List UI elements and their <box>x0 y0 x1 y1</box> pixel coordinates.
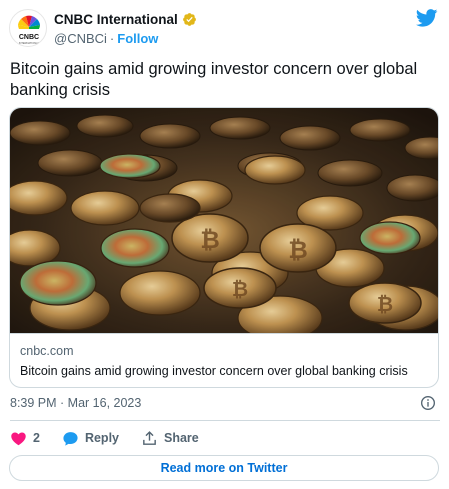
bitcoin-coins-image: ₿ ₿ ₿ ₿ <box>10 108 438 333</box>
info-icon[interactable] <box>420 395 436 411</box>
divider <box>10 420 440 421</box>
card-meta: cnbc.com Bitcoin gains amid growing inve… <box>10 333 438 387</box>
heart-icon <box>11 432 26 445</box>
reply-button[interactable]: Reply <box>62 430 119 447</box>
nbc-peacock-logo-icon: CNBC INTERNATIONAL <box>18 15 40 45</box>
card-title: Bitcoin gains amid growing investor conc… <box>20 364 408 378</box>
name-row: CNBC International <box>54 10 197 28</box>
share-button[interactable]: Share <box>141 430 199 447</box>
read-more-button[interactable]: Read more on Twitter <box>9 455 439 481</box>
twitter-bird-icon[interactable] <box>416 9 438 27</box>
verified-badge-icon <box>182 12 196 26</box>
tweet-timestamp[interactable]: 8:39 PM · Mar 16, 2023 <box>10 396 141 410</box>
separator-dot: · <box>109 31 115 46</box>
like-count: 2 <box>33 431 40 445</box>
reply-bubble-icon <box>63 431 78 446</box>
handle-row: @CNBCi · Follow <box>54 31 197 46</box>
embedded-tweet: CNBC INTERNATIONAL CNBC International @C… <box>0 0 449 489</box>
share-label: Share <box>164 431 199 445</box>
author-block: CNBC International @CNBCi · Follow <box>54 10 197 46</box>
follow-button[interactable]: Follow <box>117 31 158 46</box>
reply-label: Reply <box>84 431 119 445</box>
action-bar: 2 Reply Share <box>10 429 221 447</box>
svg-text:INTERNATIONAL: INTERNATIONAL <box>19 41 40 45</box>
author-avatar[interactable]: CNBC INTERNATIONAL <box>9 9 47 47</box>
svg-text:CNBC: CNBC <box>19 34 39 41</box>
tweet-text: Bitcoin gains amid growing investor conc… <box>10 60 418 99</box>
author-handle[interactable]: @CNBCi <box>54 31 107 46</box>
link-preview-card[interactable]: ₿ ₿ ₿ ₿ cnbc.com Bitcoin gains amid grow… <box>9 107 439 388</box>
share-upload-icon <box>143 430 156 445</box>
like-button[interactable]: 2 <box>10 430 40 447</box>
card-domain: cnbc.com <box>20 344 74 358</box>
author-display-name[interactable]: CNBC International <box>54 12 178 27</box>
